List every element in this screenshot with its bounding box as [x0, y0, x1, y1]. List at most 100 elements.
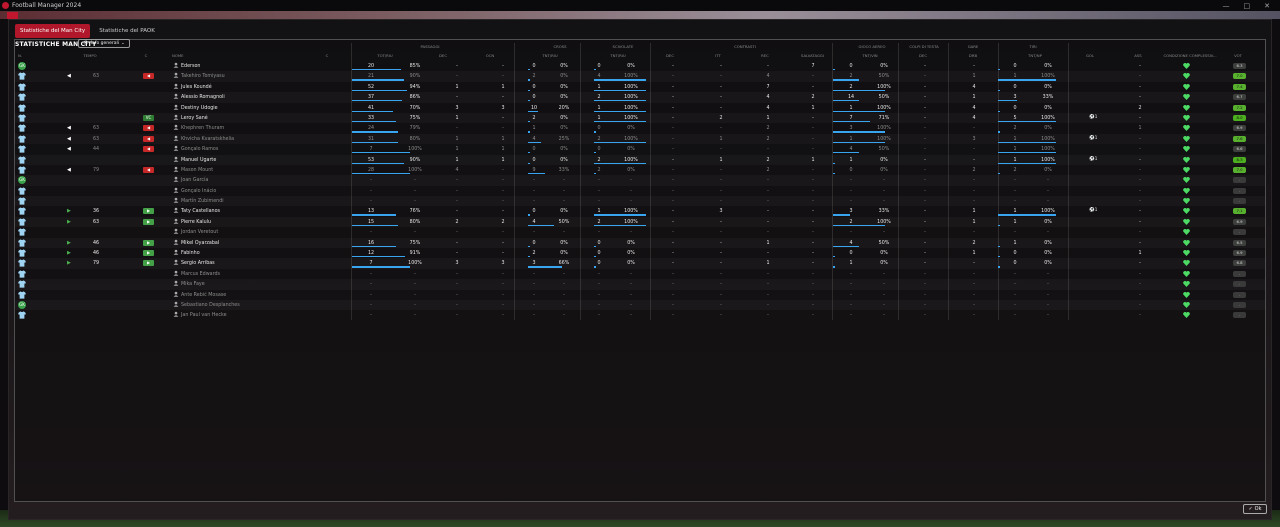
- player-name[interactable]: Sebastiano Desplanches: [181, 302, 301, 309]
- player-name[interactable]: Jules Koundé: [181, 84, 301, 91]
- col-header-drib[interactable]: DRB: [963, 53, 983, 58]
- player-name[interactable]: Jan Paul van Hecke: [181, 312, 301, 319]
- player-name[interactable]: Takehiro Tomiyasu: [181, 73, 301, 80]
- table-row[interactable]: ◀ 63 ◀ Khvicha Kvaratskhelia 31 80% 1 1 4 25% 2 100…: [15, 134, 1265, 144]
- close-button[interactable]: ✕: [1264, 2, 1270, 10]
- col-header-condizione[interactable]: CONDIZIONE COMPLESSIV...: [1160, 53, 1220, 58]
- col-header-testa[interactable]: DEC: [913, 53, 933, 58]
- col-header-pass-dec[interactable]: DEC: [433, 53, 453, 58]
- table-row[interactable]: ▶ 63 ▶ Pierre Kalulu 15 80% 2 2 4 50% 2 100% - - - -2 10…: [15, 217, 1265, 227]
- table-row[interactable]: GK Joan García - - - - - - - - - - - - - - - - - - - -: [15, 175, 1265, 185]
- stat-occ: -: [502, 199, 504, 205]
- player-name[interactable]: Ederson: [181, 63, 301, 70]
- table-row[interactable]: ▶ 79 ▶ Sergio Arribas 7 100% 3 3 3 66% 0 0% - -1-1 0% -…: [15, 258, 1265, 268]
- col-header-c2[interactable]: C: [322, 53, 332, 58]
- table-row[interactable]: Martín Zubimendi - - - - - - - - - - - - - - - - - - - -: [15, 196, 1265, 206]
- table-row[interactable]: ▶ 36 ▶ Taty Castellanos 13 76% - -0 0% 1 100% -3- -3…: [15, 206, 1265, 216]
- stat-cdec: -: [672, 240, 674, 246]
- col-header-pass-occ[interactable]: OCN: [480, 53, 500, 58]
- player-name[interactable]: Fabinho: [181, 250, 301, 257]
- view-selector-button[interactable]: 👁 Info generali ⌄: [78, 39, 130, 48]
- table-row[interactable]: VC Leroy Sané 33 75% 1-2 0% 1 100% -2 1-7 71% -4 5 10…: [15, 113, 1265, 123]
- table-row[interactable]: ▶ 46 ▶ Fabinho 12 91% - -2 0% 0 0% - - - -0 0% -1 0 0% 1 6.9: [15, 248, 1265, 258]
- player-name[interactable]: Leroy Sané: [181, 115, 301, 122]
- table-row[interactable]: ▶ 46 ▶ Mikel Oyarzabal 16 75% - -0 0% 0 0% - -1-4 50%…: [15, 238, 1265, 248]
- ok-button[interactable]: ✓ Ok: [1243, 504, 1267, 514]
- stat-aer: 0: [849, 64, 853, 69]
- col-header-ass[interactable]: ASS: [1128, 53, 1148, 58]
- stat-drib: -: [973, 292, 975, 298]
- match-rating: -: [1233, 291, 1246, 298]
- table-row[interactable]: Gonçalo Inácio - - - - - - - - - - - - - - - - - - - -: [15, 186, 1265, 196]
- player-name[interactable]: Gonçalo Ramos: [181, 146, 301, 153]
- background-header: [0, 11, 1280, 19]
- minimize-button[interactable]: —: [1223, 2, 1230, 10]
- col-header-contr-salv[interactable]: SALVATAGGI: [795, 53, 830, 58]
- player-name[interactable]: Martín Zubimendi: [181, 198, 301, 205]
- player-name[interactable]: Manuel Ugarte: [181, 157, 301, 164]
- table-row[interactable]: Destiny Udogie 41 70% 3 3 10 20% 1 100% - -4 1 1 100%…: [15, 103, 1265, 113]
- stat-occ: 3: [501, 105, 505, 111]
- player-profile-icon: [173, 166, 179, 172]
- player-name[interactable]: Pierre Kalulu: [181, 219, 301, 226]
- table-row[interactable]: Jordan Veretout - - - - - - - - - - - - - - - - - - - -: [15, 227, 1265, 237]
- player-name[interactable]: Gonçalo Inácio: [181, 188, 301, 195]
- col-header-aereo[interactable]: TNT/VIN: [855, 53, 885, 58]
- col-header-tempo[interactable]: TEMPO: [80, 53, 100, 58]
- stat-bar: [833, 131, 885, 133]
- stat-itt: -: [720, 219, 722, 225]
- table-row[interactable]: Alessio Romagnoli 37 86% - -0 0% 2 100% - -4 2 14 50…: [15, 92, 1265, 102]
- table-row[interactable]: ◀ 44 ◀ Gonçalo Ramos 7 100% 1 1 0 0% 0 0% - - - -4 50% - -…: [15, 144, 1265, 154]
- stat-itt: -: [720, 188, 722, 194]
- player-name[interactable]: Sergio Arribas: [181, 260, 301, 267]
- table-row[interactable]: ◀ 79 ◀ Mason Mount 28 100% 4-9 33% 2 0% - -2-0 0% -2 2…: [15, 165, 1265, 175]
- player-name[interactable]: Mika Faye: [181, 281, 301, 288]
- col-header-tiri[interactable]: TNT/NP: [1020, 53, 1050, 58]
- col-header-pass-tot[interactable]: TOT/RIU: [370, 53, 400, 58]
- col-header-cross[interactable]: TNT/RIU: [535, 53, 565, 58]
- col-header-sciv[interactable]: TNT/RIU: [603, 53, 633, 58]
- stat-ass: -: [1139, 209, 1141, 215]
- tab-paok-stats[interactable]: Statistiche del PAOK: [94, 24, 160, 38]
- col-header-vot[interactable]: VOT: [1228, 53, 1248, 58]
- stat-passp: -: [414, 178, 416, 184]
- window-titlebar: Football Manager 2024 — □ ✕: [0, 0, 1280, 11]
- stat-cross: 1: [532, 126, 536, 132]
- player-name[interactable]: Taty Castellanos: [181, 208, 301, 215]
- col-header-nome[interactable]: NOME: [172, 53, 192, 58]
- table-row[interactable]: Mika Faye - - - - - - - - - - - - - - - - - - - -: [15, 279, 1265, 289]
- col-header-contr-dec[interactable]: DEC: [660, 53, 680, 58]
- table-row[interactable]: Jules Koundé 52 94% 1 1 0 0% 1 100% - -7-2 100% -4 0 0…: [15, 82, 1265, 92]
- player-name[interactable]: Mason Mount: [181, 167, 301, 174]
- stat-bar: [352, 224, 398, 227]
- player-name[interactable]: Marcus Edwards: [181, 271, 301, 278]
- table-row[interactable]: Jan Paul van Hecke - - - - - - - - - - - - - - - - - - - -: [15, 310, 1265, 320]
- player-name[interactable]: Destiny Udogie: [181, 105, 301, 112]
- col-header-gol[interactable]: GOL: [1080, 53, 1100, 58]
- col-header-c[interactable]: C: [141, 53, 151, 58]
- maximize-button[interactable]: □: [1244, 2, 1251, 10]
- table-row[interactable]: ◀ 63 ◀ Khephren Thuram 24 79% - -1 0% 0 0% - -2-3 100…: [15, 123, 1265, 133]
- player-name[interactable]: Khvicha Kvaratskhelia: [181, 136, 301, 143]
- player-name[interactable]: Mikel Oyarzabal: [181, 240, 301, 247]
- col-header-contr-rec[interactable]: REC: [755, 53, 775, 58]
- stat-salv: -: [812, 188, 814, 194]
- table-row[interactable]: GK Sebastiano Desplanches - - - - - - - - - - - - - - - -…: [15, 300, 1265, 310]
- player-name[interactable]: Joan García: [181, 177, 301, 184]
- col-header-contr-itt[interactable]: ITT: [708, 53, 728, 58]
- player-name[interactable]: Ante Rebić Mosase: [181, 292, 301, 299]
- player-name[interactable]: Jordan Veretout: [181, 229, 301, 236]
- tab-man-city-stats[interactable]: Statistiche del Man City: [15, 24, 91, 38]
- sub-on-badge: ▶: [143, 208, 154, 215]
- stat-cdec: -: [672, 230, 674, 236]
- player-name[interactable]: Alessio Romagnoli: [181, 94, 301, 101]
- table-row[interactable]: Marcus Edwards - - - - - - - - - - - - - - - - - - - -: [15, 269, 1265, 279]
- player-name[interactable]: Khephren Thuram: [181, 125, 301, 132]
- table-row[interactable]: GK Ederson 20 85% - -0 0% 0 0% - - -7 0 0% - -0 0% -6.3: [15, 61, 1265, 71]
- table-row[interactable]: Manuel Ugarte 53 90% 1 1 0 0% 2 100% -1 2 1 1 0% - -1 10…: [15, 155, 1265, 165]
- table-row[interactable]: Ante Rebić Mosase - - - - - - - - - - - - - - - - - - - -: [15, 290, 1265, 300]
- stat-dec: -: [456, 302, 458, 308]
- goalkeeper-icon: GK: [18, 300, 26, 309]
- table-row[interactable]: ◀ 63 ◀ Takehiro Tomiyasu 21 90% - -2 0% 4 100% - -4-…: [15, 71, 1265, 81]
- col-header-pos[interactable]: N.: [15, 53, 25, 58]
